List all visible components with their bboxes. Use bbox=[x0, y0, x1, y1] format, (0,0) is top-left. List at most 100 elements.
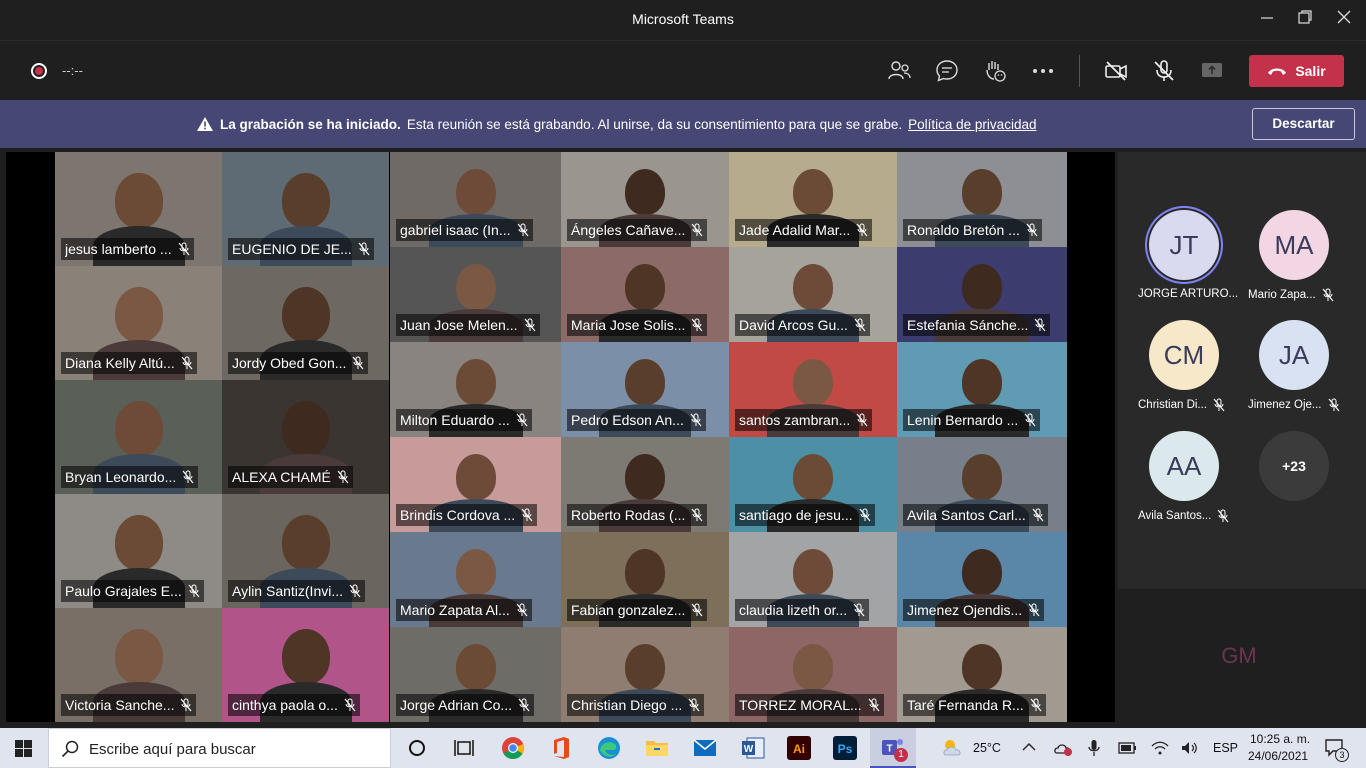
participant-video-tile[interactable]: Pedro Edson An... bbox=[561, 342, 729, 437]
participant-name: Taré Fernanda R... bbox=[907, 697, 1024, 713]
participant-video-tile[interactable]: TORREZ MORAL... bbox=[729, 627, 897, 722]
office-icon[interactable] bbox=[548, 735, 574, 761]
participant-name: TORREZ MORAL... bbox=[739, 697, 862, 713]
edge-icon[interactable] bbox=[596, 735, 622, 761]
muted-mic-icon bbox=[344, 698, 356, 712]
more-participants-button[interactable]: +23 bbox=[1259, 431, 1329, 501]
participant-video-tile[interactable]: Aylin Santiz(Invi... bbox=[222, 494, 389, 608]
taskbar-search-box[interactable]: Escribe aquí para buscar bbox=[48, 728, 391, 768]
participant-video-tile[interactable]: Lenin Bernardo ... bbox=[897, 342, 1067, 437]
microphone-off-icon[interactable] bbox=[1151, 58, 1177, 84]
participant-video-tile[interactable]: Ángeles Cañave... bbox=[561, 152, 729, 247]
muted-mic-icon bbox=[182, 470, 194, 484]
chat-icon[interactable] bbox=[934, 58, 960, 84]
participant-video-tile[interactable]: Brindis Cordova ... bbox=[390, 437, 561, 532]
participant-video-tile[interactable]: Roberto Rodas (... bbox=[561, 437, 729, 532]
self-avatar-initials: GM bbox=[1221, 643, 1257, 668]
teams-taskbar-button[interactable]: T 1 bbox=[870, 728, 916, 768]
participant-video-tile[interactable]: Jorge Adrian Co... bbox=[390, 627, 561, 722]
participant-video-tile[interactable]: Jordy Obed Gon... bbox=[222, 266, 389, 380]
participant-video-tile[interactable]: Diana Kelly Altú... bbox=[55, 266, 222, 380]
participant-video-tile[interactable]: Jade Adalid Mar... bbox=[729, 152, 897, 247]
participant-video-tile[interactable]: Avila Santos Carl... bbox=[897, 437, 1067, 532]
minimize-button[interactable] bbox=[1254, 8, 1280, 32]
clock-time[interactable]: 10:25 a. m. bbox=[1250, 732, 1310, 746]
participant-name-tag: Jimenez Ojendis... bbox=[903, 599, 1045, 621]
participant-video-tile[interactable]: claudia lizeth or... bbox=[729, 532, 897, 627]
participant-video-tile[interactable]: Milton Eduardo ... bbox=[390, 342, 561, 437]
close-button[interactable] bbox=[1331, 8, 1357, 32]
participant-video-tile[interactable]: jesus lamberto ... bbox=[55, 152, 222, 266]
photoshop-icon[interactable]: Ps bbox=[832, 735, 858, 761]
participant-video-head bbox=[114, 287, 163, 342]
participant-name-tag: gabriel isaac (In... bbox=[396, 219, 533, 241]
file-explorer-icon[interactable] bbox=[644, 735, 670, 761]
share-screen-icon[interactable] bbox=[1199, 58, 1225, 84]
participant-name: Estefania Sánche... bbox=[907, 317, 1029, 333]
wifi-icon[interactable] bbox=[1151, 740, 1169, 756]
weather-icon[interactable] bbox=[940, 735, 966, 761]
camera-off-icon[interactable] bbox=[1103, 58, 1129, 84]
tray-microphone-icon[interactable] bbox=[1087, 739, 1101, 757]
participant-video-tile[interactable]: David Arcos Gu... bbox=[729, 247, 897, 342]
battery-icon[interactable] bbox=[1117, 741, 1137, 755]
language-indicator[interactable]: ESP bbox=[1213, 741, 1238, 755]
participant-avatar[interactable]: MA bbox=[1259, 210, 1329, 280]
search-icon bbox=[61, 740, 79, 758]
participant-video-tile[interactable]: gabriel isaac (In... bbox=[390, 152, 561, 247]
participants-icon[interactable] bbox=[886, 58, 912, 84]
participant-video-tile[interactable]: Maria Jose Solis... bbox=[561, 247, 729, 342]
participant-video-tile[interactable]: Mario Zapata Al... bbox=[390, 532, 561, 627]
show-hidden-icons-icon[interactable] bbox=[1022, 742, 1036, 752]
participant-video-head bbox=[114, 401, 163, 456]
muted-mic-icon bbox=[853, 603, 865, 617]
participant-video-tile[interactable]: Fabian gonzalez... bbox=[561, 532, 729, 627]
participant-avatar[interactable]: JT bbox=[1149, 210, 1219, 280]
chrome-icon[interactable] bbox=[500, 735, 526, 761]
muted-mic-icon bbox=[856, 223, 868, 237]
illustrator-icon[interactable]: Ai bbox=[786, 735, 812, 761]
participant-video-tile[interactable]: Bryan Leonardo... bbox=[55, 380, 222, 494]
word-icon[interactable]: W bbox=[740, 735, 766, 761]
avatar-name-label: Christian Di... bbox=[1138, 399, 1208, 411]
participant-video-head bbox=[455, 169, 496, 215]
cloud-sync-icon[interactable] bbox=[1053, 739, 1073, 757]
avatar-initials: CM bbox=[1163, 339, 1205, 370]
leave-button[interactable]: Salir bbox=[1249, 55, 1344, 87]
task-view-icon[interactable] bbox=[451, 735, 477, 761]
dismiss-button[interactable]: Descartar bbox=[1252, 108, 1355, 140]
muted-mic-icon bbox=[518, 698, 530, 712]
clock-date[interactable]: 24/06/2021 bbox=[1248, 749, 1308, 763]
participant-video-tile[interactable]: Victoria Sanche... bbox=[55, 608, 222, 722]
participant-video-head bbox=[625, 454, 665, 500]
participant-name: santiago de jesu... bbox=[739, 507, 853, 523]
more-options-icon[interactable] bbox=[1030, 58, 1056, 84]
cortana-icon[interactable] bbox=[404, 735, 430, 761]
participant-video-tile[interactable]: Paulo Grajales E... bbox=[55, 494, 222, 608]
maximize-button[interactable] bbox=[1292, 8, 1318, 32]
window-title: Microsoft Teams bbox=[632, 11, 734, 27]
participant-video-tile[interactable]: Ronaldo Bretón ... bbox=[897, 152, 1067, 247]
windows-taskbar: Escribe aquí para buscar W Ai Ps T 1 25°… bbox=[0, 728, 1366, 768]
windows-start-icon[interactable] bbox=[15, 740, 32, 757]
reactions-icon[interactable] bbox=[982, 58, 1008, 84]
muted-mic-icon bbox=[188, 584, 200, 598]
participant-video-tile[interactable]: cinthya paola o... bbox=[222, 608, 389, 722]
participant-video-head bbox=[455, 264, 496, 310]
participant-avatar[interactable]: CM bbox=[1149, 320, 1219, 390]
participant-video-tile[interactable]: ALEXA CHAMÉ bbox=[222, 380, 389, 494]
privacy-policy-link[interactable]: Política de privacidad bbox=[908, 117, 1036, 132]
participant-name: ALEXA CHAMÉ bbox=[232, 469, 331, 485]
volume-icon[interactable] bbox=[1180, 740, 1198, 756]
participant-video-tile[interactable]: santos zambran... bbox=[729, 342, 897, 437]
participant-video-tile[interactable]: Taré Fernanda R... bbox=[897, 627, 1067, 722]
participant-avatar[interactable]: JA bbox=[1259, 320, 1329, 390]
participant-avatar[interactable]: AA bbox=[1149, 431, 1219, 501]
participant-video-tile[interactable]: EUGENIO DE JE... bbox=[222, 152, 389, 266]
participant-video-tile[interactable]: Estefania Sánche... bbox=[897, 247, 1067, 342]
participant-video-tile[interactable]: Jimenez Ojendis... bbox=[897, 532, 1067, 627]
participant-video-tile[interactable]: Juan Jose Melen... bbox=[390, 247, 561, 342]
participant-video-tile[interactable]: Christian Diego ... bbox=[561, 627, 729, 722]
participant-video-tile[interactable]: santiago de jesu... bbox=[729, 437, 897, 532]
mail-icon[interactable] bbox=[692, 735, 718, 761]
